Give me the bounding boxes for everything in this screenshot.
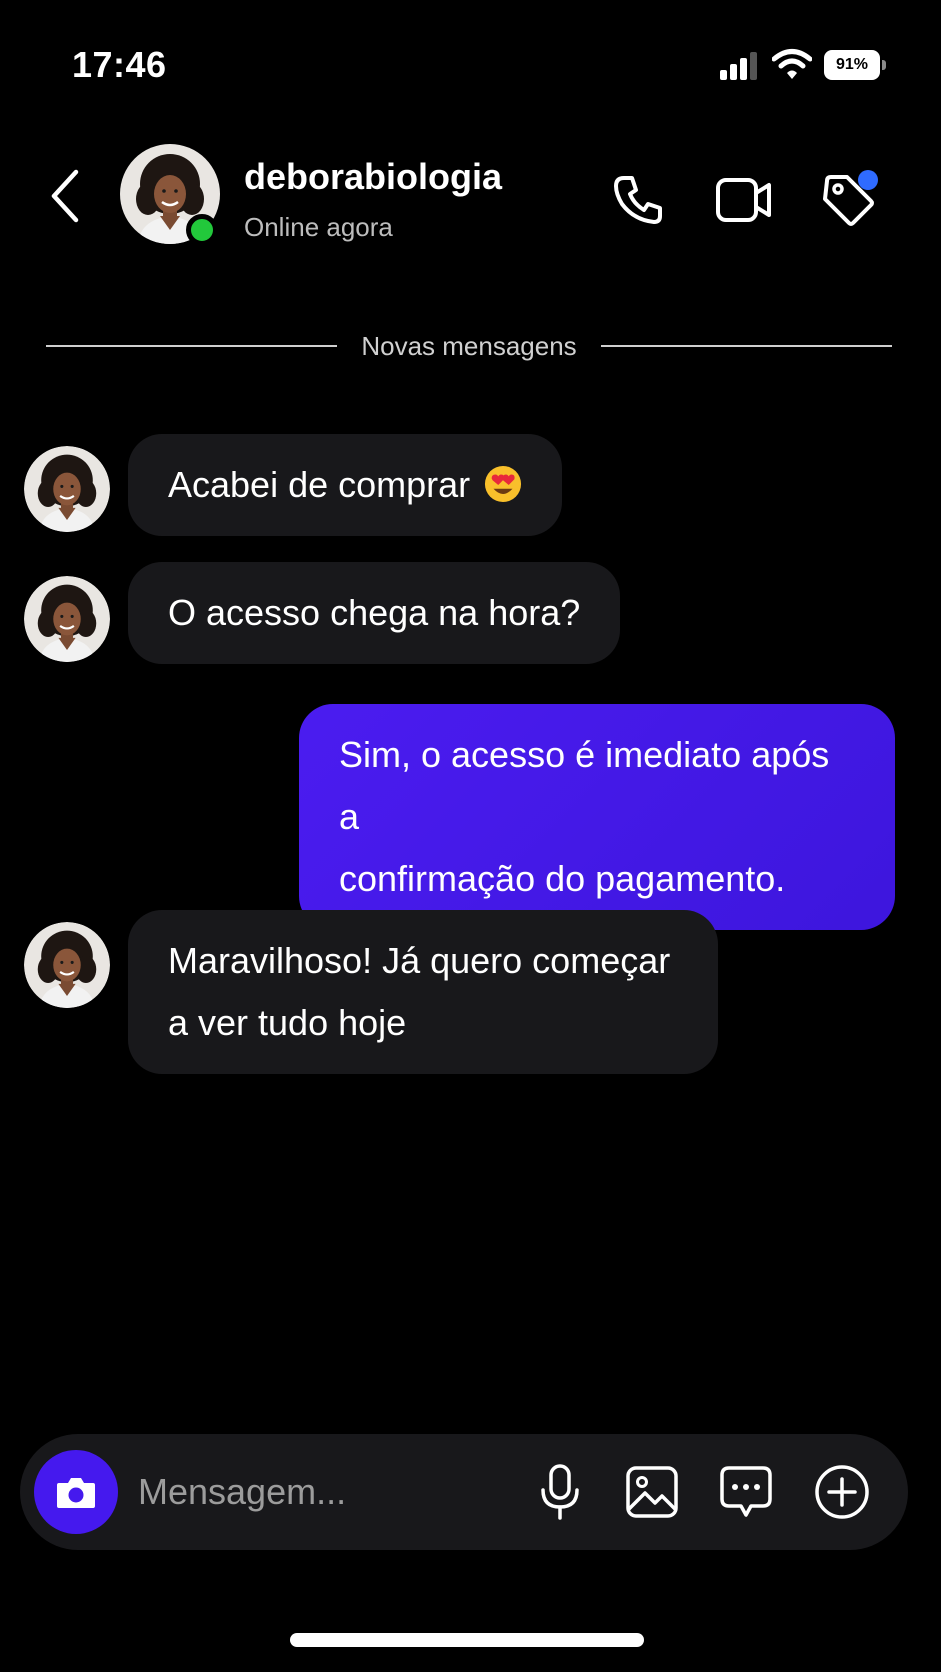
message-bubble-incoming[interactable]: Maravilhoso! Já quero começar a ver tudo… bbox=[128, 910, 718, 1074]
message-text-line: confirmação do pagamento. bbox=[339, 858, 786, 899]
chat-options-button[interactable] bbox=[714, 1460, 778, 1524]
chat-header: deborabiologia Online agora bbox=[0, 140, 941, 260]
video-call-button[interactable] bbox=[712, 168, 776, 232]
video-camera-icon bbox=[716, 178, 771, 222]
divider-line-right bbox=[600, 345, 892, 347]
heart-eyes-emoji bbox=[485, 465, 522, 503]
battery-icon: 91% bbox=[824, 50, 886, 80]
clock: 17:46 bbox=[72, 44, 167, 85]
sender-avatar[interactable] bbox=[24, 446, 110, 532]
plus-circle-icon bbox=[815, 1465, 869, 1519]
divider-line-left bbox=[46, 345, 338, 347]
message-text-line: a ver tudo hoje bbox=[168, 1002, 407, 1043]
message-bubble-incoming[interactable]: O acesso chega na hora? bbox=[128, 562, 621, 664]
message-bubble-outgoing[interactable]: Sim, o acesso é imediato após a confirma… bbox=[299, 704, 895, 930]
home-indicator[interactable] bbox=[290, 1633, 644, 1647]
chevron-left-icon bbox=[51, 169, 79, 223]
gallery-button[interactable] bbox=[620, 1460, 684, 1524]
phone-icon bbox=[614, 176, 662, 224]
message-text: Acabei de comprar bbox=[168, 464, 471, 505]
message-input[interactable] bbox=[138, 1462, 518, 1522]
sender-avatar[interactable] bbox=[24, 922, 110, 1008]
tag-button[interactable] bbox=[816, 168, 880, 232]
camera-button[interactable] bbox=[34, 1450, 118, 1534]
message-text-line: Sim, o acesso é imediato após a bbox=[339, 734, 830, 837]
camera-icon bbox=[57, 1478, 95, 1508]
back-button[interactable] bbox=[40, 164, 90, 228]
contact-name[interactable]: deborabiologia bbox=[244, 156, 502, 198]
battery-tip bbox=[882, 60, 886, 70]
cellular-signal-icon bbox=[720, 52, 757, 80]
microphone-icon bbox=[541, 1464, 579, 1520]
add-attachment-button[interactable] bbox=[810, 1460, 874, 1524]
wifi-icon bbox=[772, 49, 812, 79]
notification-dot bbox=[858, 170, 878, 190]
new-messages-divider: Novas mensagens bbox=[46, 326, 892, 366]
contact-status: Online agora bbox=[244, 212, 393, 242]
message-composer bbox=[20, 1434, 908, 1550]
online-indicator bbox=[186, 214, 218, 246]
message-text: O acesso chega na hora? bbox=[168, 592, 581, 633]
microphone-button[interactable] bbox=[528, 1460, 592, 1524]
message-text-line: Maravilhoso! Já quero começar bbox=[168, 940, 671, 981]
divider-label: Novas mensagens bbox=[361, 330, 577, 361]
status-bar: 17:46 91% bbox=[0, 0, 941, 130]
message-bubble-incoming[interactable]: Acabei de comprar bbox=[128, 434, 563, 536]
battery-level: 91% bbox=[824, 50, 880, 80]
sender-avatar[interactable] bbox=[24, 576, 110, 662]
voice-call-button[interactable] bbox=[606, 168, 670, 232]
chat-bubble-icon bbox=[720, 1466, 772, 1517]
image-icon bbox=[626, 1466, 678, 1518]
